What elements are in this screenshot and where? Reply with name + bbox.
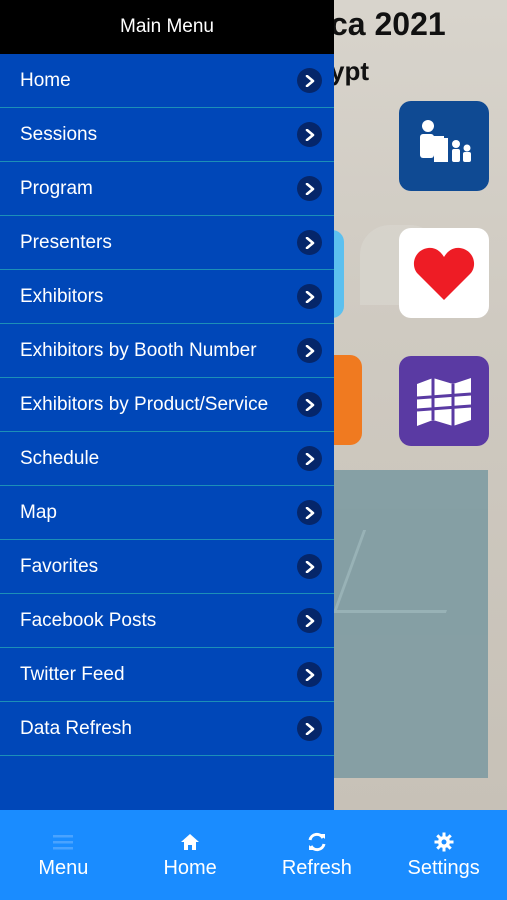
main-menu-drawer: Main Menu Home Sessions Program Presenters E… (0, 0, 334, 810)
chevron-right-icon (297, 500, 322, 525)
chevron-right-icon (297, 554, 322, 579)
menu-item-exhibitors-by-booth-number[interactable]: Exhibitors by Booth Number (0, 324, 334, 378)
menu-item-label: Home (20, 69, 71, 91)
presenter-icon (420, 120, 471, 162)
chevron-right-icon (297, 662, 322, 687)
menu-item-label: Favorites (20, 555, 99, 577)
menu-item-exhibitors-by-product-service[interactable]: Exhibitors by Product/Service (0, 378, 334, 432)
menu-item-label: Facebook Posts (20, 609, 157, 631)
gear-icon (434, 831, 454, 853)
menu-item-twitter-feed[interactable]: Twitter Feed (0, 648, 334, 702)
chevron-right-icon (297, 68, 322, 93)
menu-item-label: Data Refresh (20, 717, 132, 739)
tab-settings-label: Settings (407, 856, 480, 879)
menu-item-sessions[interactable]: Sessions (0, 108, 334, 162)
drawer-title: Main Menu (0, 0, 334, 54)
menu-item-map[interactable]: Map (0, 486, 334, 540)
menu-item-label: Schedule (20, 447, 100, 469)
chevron-right-icon (297, 446, 322, 471)
map-icon (416, 378, 472, 426)
tab-home[interactable]: Home (127, 810, 254, 900)
event-location: ypt (330, 56, 369, 86)
chevron-right-icon (297, 608, 322, 633)
menu-item-exhibitors[interactable]: Exhibitors (0, 270, 334, 324)
menu-item-label: Program (20, 177, 93, 199)
menu-item-schedule[interactable]: Schedule (0, 432, 334, 486)
heart-icon (413, 247, 475, 300)
tab-menu-label: Menu (38, 856, 89, 879)
tab-refresh-label: Refresh (281, 856, 352, 879)
tab-settings[interactable]: Settings (380, 810, 507, 900)
menu-item-label: Presenters (20, 231, 112, 253)
tab-menu[interactable]: Menu (0, 810, 127, 900)
menu-item-data-refresh[interactable]: Data Refresh (0, 702, 334, 756)
menu-item-label: Exhibitors by Booth Number (20, 339, 257, 361)
menu-item-label: Exhibitors by Product/Service (20, 393, 269, 415)
event-title: ca 2021 (330, 6, 446, 42)
chevron-right-icon (297, 176, 322, 201)
menu-list: Home Sessions Program Presenters Exhibitors E… (0, 54, 334, 756)
chevron-right-icon (297, 122, 322, 147)
menu-item-label: Sessions (20, 123, 98, 145)
menu-item-label: Twitter Feed (20, 663, 125, 685)
map-tile[interactable] (399, 356, 489, 446)
favorites-tile[interactable] (399, 228, 489, 318)
tab-home-label: Home (163, 856, 217, 879)
menu-item-home[interactable]: Home (0, 54, 334, 108)
sessions-tile[interactable] (399, 101, 489, 191)
menu-item-presenters[interactable]: Presenters (0, 216, 334, 270)
refresh-icon (307, 831, 327, 853)
tab-refresh[interactable]: Refresh (254, 810, 381, 900)
bottom-tab-bar: Menu Home Refresh Settings (0, 810, 507, 900)
background-photo (318, 470, 488, 778)
menu-item-facebook-posts[interactable]: Facebook Posts (0, 594, 334, 648)
home-icon (180, 831, 200, 853)
menu-item-label: Map (20, 501, 57, 523)
hamburger-icon (53, 831, 74, 853)
menu-item-favorites[interactable]: Favorites (0, 540, 334, 594)
menu-item-label: Exhibitors (20, 285, 104, 307)
menu-item-program[interactable]: Program (0, 162, 334, 216)
chevron-right-icon (297, 392, 322, 417)
chevron-right-icon (297, 716, 322, 741)
chevron-right-icon (297, 284, 322, 309)
chevron-right-icon (297, 338, 322, 363)
chevron-right-icon (297, 230, 322, 255)
